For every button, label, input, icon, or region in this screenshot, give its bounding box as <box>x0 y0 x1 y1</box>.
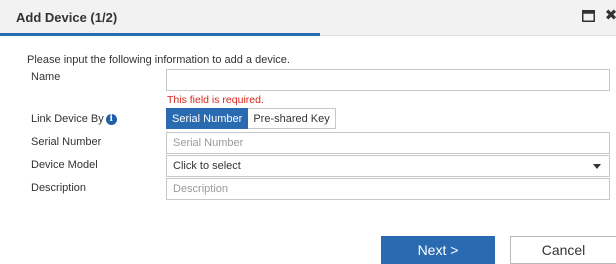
link-device-by-toggle: Serial Number Pre-shared Key <box>166 108 336 129</box>
device-model-select[interactable]: Click to select <box>166 155 610 177</box>
description-input[interactable] <box>166 178 610 200</box>
serial-number-option[interactable]: Serial Number <box>166 108 249 129</box>
dialog-header: Add Device (1/2) ✖ <box>0 0 616 36</box>
link-device-by-label-text: Link Device By <box>31 113 104 125</box>
name-label: Name <box>31 71 61 83</box>
intro-text: Please input the following information t… <box>27 54 290 66</box>
serial-number-label: Serial Number <box>31 136 102 148</box>
link-device-by-label: Link Device By i <box>31 113 117 125</box>
info-icon[interactable]: i <box>105 113 117 125</box>
header-accent-bar <box>0 33 320 36</box>
cancel-button[interactable]: Cancel <box>510 236 616 264</box>
name-error-message: This field is required. <box>167 94 264 106</box>
device-model-selected-text: Click to select <box>173 160 241 172</box>
add-device-dialog: Add Device (1/2) ✖ Please input the foll… <box>0 0 616 264</box>
chevron-down-icon <box>593 163 601 169</box>
pre-shared-key-option[interactable]: Pre-shared Key <box>248 108 336 129</box>
close-icon[interactable]: ✖ <box>603 8 616 24</box>
window-maximize-icon[interactable] <box>580 8 596 24</box>
device-model-label: Device Model <box>31 159 98 171</box>
dialog-title: Add Device (1/2) <box>16 10 118 25</box>
next-button[interactable]: Next > <box>381 236 495 264</box>
serial-number-input[interactable] <box>166 132 610 154</box>
name-input[interactable] <box>166 69 610 91</box>
description-label: Description <box>31 182 87 194</box>
